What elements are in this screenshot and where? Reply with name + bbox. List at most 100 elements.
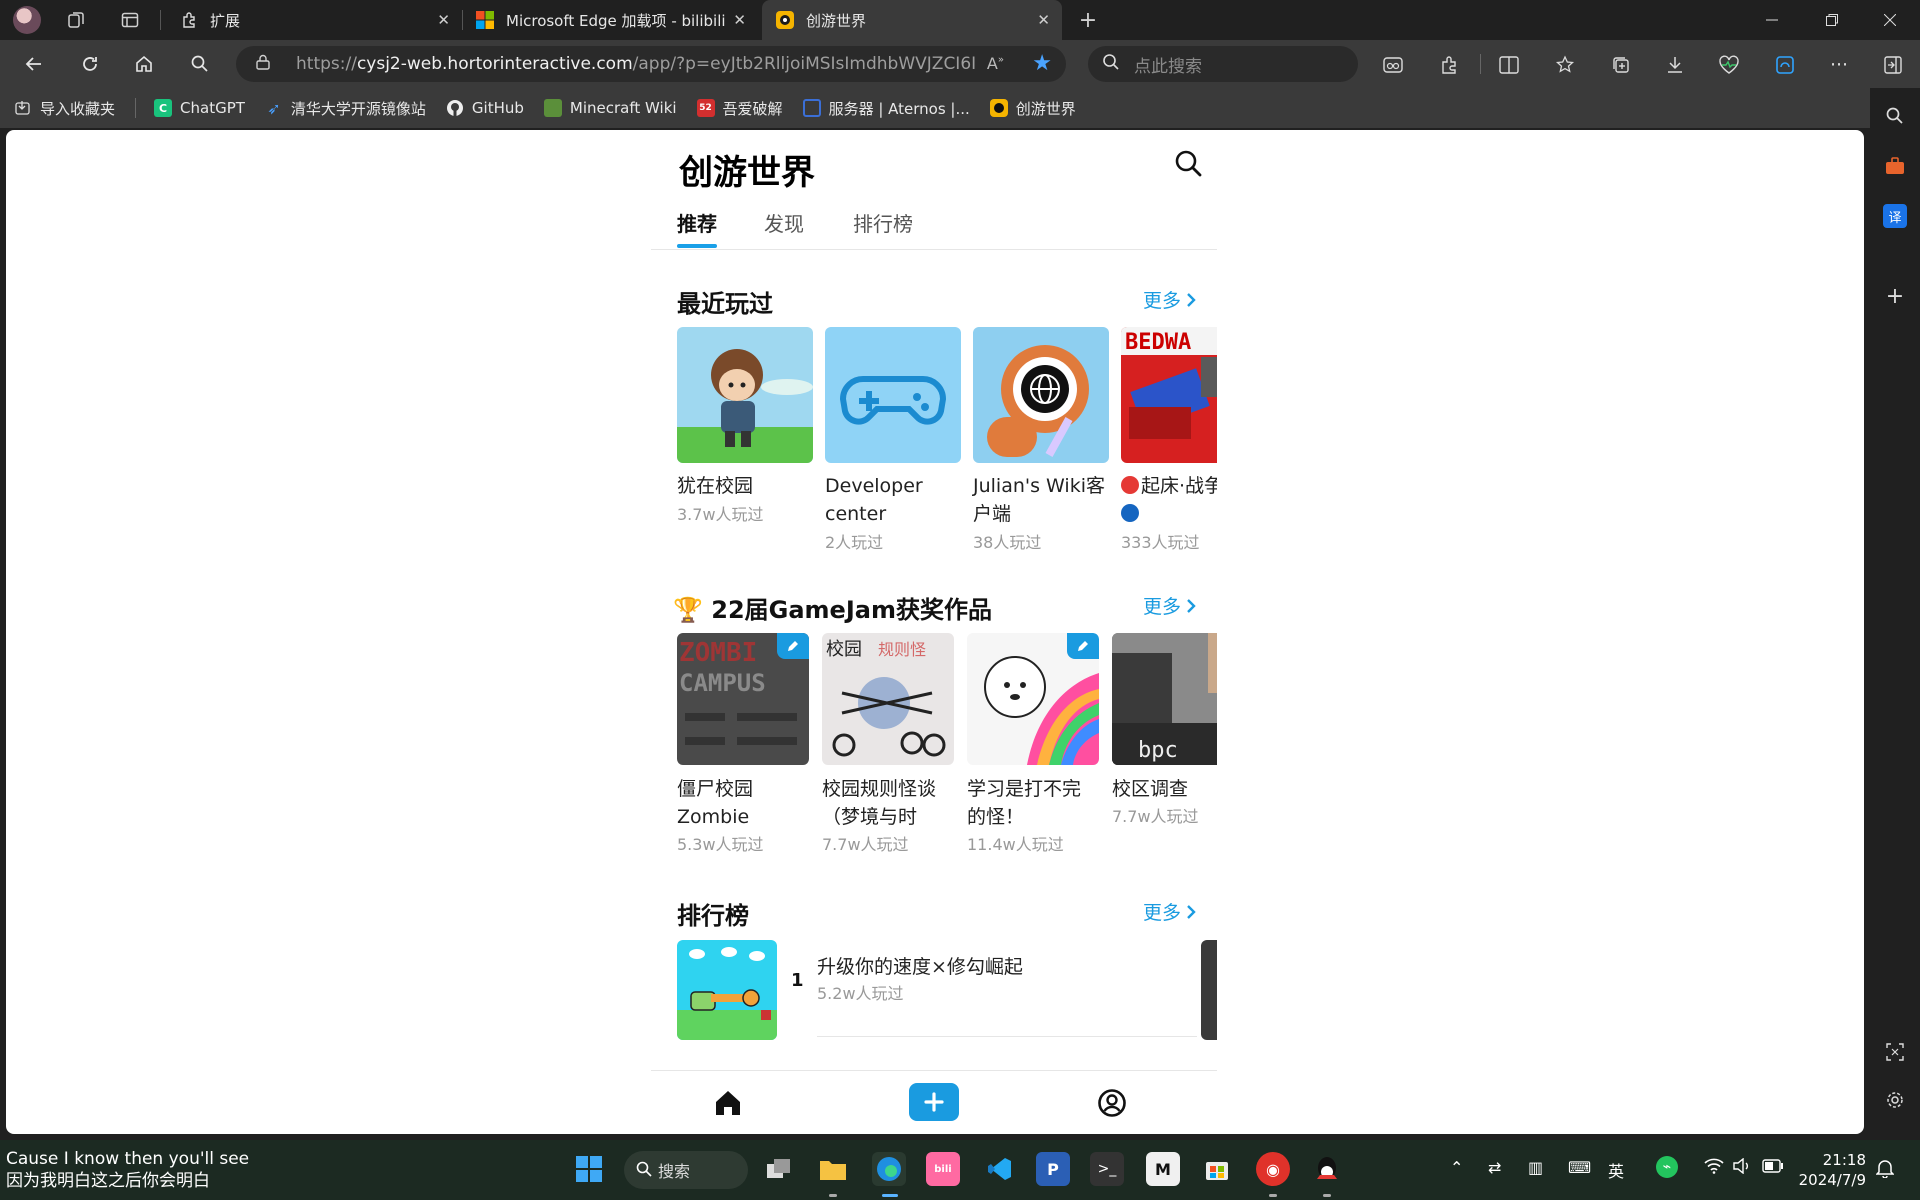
edge-browser-icon[interactable] (872, 1152, 906, 1186)
more-link-ranking[interactable]: 更多 (1143, 898, 1197, 925)
tab-recommend[interactable]: 推荐 (677, 208, 717, 237)
new-tab-icon[interactable]: + (1076, 8, 1100, 33)
game-card[interactable]: 犹在校园 3.7w人玩过 (677, 327, 813, 527)
game-card[interactable]: bpc 校区调查 7.7w人玩过 (1112, 633, 1217, 833)
game-card[interactable]: 校园 规则怪 校园规则怪谈（梦境与时 7.7w人玩过 (822, 633, 954, 854)
taskbar-search[interactable]: 搜索 (624, 1151, 748, 1189)
edge-sidebar-app-icon[interactable] (1772, 52, 1798, 78)
favorite-star-icon[interactable]: ★ (1032, 51, 1052, 76)
browser-toolbar: https://cysj2-web.hortorinteractive.com/… (0, 40, 1920, 88)
task-view-icon[interactable] (762, 1152, 796, 1186)
workspaces-icon[interactable] (64, 8, 88, 32)
tab-edge-addons[interactable]: Microsoft Edge 加载项 - bilibili ✕ (462, 0, 758, 40)
pencil-badge-icon (777, 633, 809, 659)
vertical-tabs-icon[interactable] (118, 8, 142, 32)
lock-icon[interactable] (256, 54, 276, 74)
game-name: 起床·战争 (1121, 472, 1217, 528)
refresh-icon[interactable] (78, 52, 102, 76)
tab-extensions[interactable]: 扩展 ✕ (166, 0, 462, 40)
profile-avatar[interactable] (13, 6, 41, 34)
performance-icon[interactable] (1716, 52, 1742, 78)
notes-app-icon[interactable]: M (1146, 1152, 1180, 1186)
collections-icon[interactable] (1608, 52, 1634, 78)
battery-icon[interactable] (1762, 1158, 1784, 1177)
close-tab-icon[interactable]: ✕ (733, 11, 746, 29)
translate-icon[interactable]: 译 (1883, 204, 1907, 228)
chevron-up-icon[interactable]: ⌃ (1450, 1158, 1463, 1177)
windows-start-icon[interactable] (572, 1152, 606, 1186)
web-search-box[interactable]: 点此搜索 (1088, 46, 1358, 82)
trophy-icon: 🏆 (673, 596, 703, 624)
tools-icon[interactable] (1883, 154, 1907, 178)
game-card[interactable]: Developer center 2人玩过 (825, 327, 961, 557)
url-text[interactable]: https://cysj2-web.hortorinteractive.com/… (296, 54, 976, 74)
play-count: 3.7w人玩过 (677, 505, 764, 524)
cysj-favicon-icon (776, 11, 794, 29)
fav-cysj[interactable]: 创游世界 (989, 98, 1076, 119)
search-icon[interactable] (188, 52, 212, 76)
keyboard-icon[interactable]: ⌨ (1568, 1158, 1591, 1177)
vscode-icon[interactable] (982, 1152, 1016, 1186)
fav-github[interactable]: GitHub (446, 99, 524, 117)
immersive-reader-icon[interactable] (1380, 52, 1406, 78)
close-tab-icon[interactable]: ✕ (1037, 11, 1050, 29)
home-icon[interactable] (706, 1081, 750, 1125)
tray-stats-icon[interactable]: ▥ (1528, 1158, 1543, 1177)
fav-tuna[interactable]: ➶ 清华大学开源镜像站 (265, 98, 426, 119)
address-bar[interactable]: https://cysj2-web.hortorinteractive.com/… (236, 46, 1066, 82)
add-sidebar-app-icon[interactable]: + (1883, 284, 1907, 309)
game-name: Developer center (825, 475, 923, 525)
more-menu-icon[interactable]: ··· (1826, 52, 1852, 78)
next-game-thumbnail (1201, 940, 1217, 1040)
minimize-button[interactable] (1744, 0, 1800, 40)
favorites-icon[interactable] (1552, 52, 1578, 78)
fav-chatgpt[interactable]: C ChatGPT (154, 99, 245, 117)
notification-bell-icon[interactable] (1875, 1158, 1895, 1182)
close-tab-icon[interactable]: ✕ (437, 11, 450, 29)
back-icon[interactable] (22, 52, 46, 76)
game-card[interactable]: ZOMBI CAMPUS 僵尸校园Zombie 5.3w人玩过 (677, 633, 809, 854)
volume-icon[interactable] (1732, 1157, 1752, 1178)
ranking-row[interactable]: 1 升级你的速度×修勾崛起 5.2w人玩过 (677, 940, 1217, 1040)
fav-import[interactable]: 导入收藏夹 (14, 98, 115, 119)
more-link-gamejam[interactable]: 更多 (1143, 592, 1197, 619)
bilibili-icon[interactable]: bili (926, 1152, 960, 1186)
wifi-icon[interactable] (1704, 1158, 1724, 1178)
section-title-gamejam: 🏆 22届GameJam获奖作品 (673, 596, 992, 624)
split-screen-icon[interactable] (1496, 52, 1522, 78)
wechat-icon[interactable]: ⌁ (1656, 1156, 1678, 1178)
search-icon[interactable] (1883, 104, 1907, 128)
game-thumbnail: BEDWA (1121, 327, 1217, 463)
fav-aternos[interactable]: 服务器 | Aternos |... (802, 98, 970, 119)
tab-cysj[interactable]: 创游世界 ✕ (762, 0, 1062, 40)
profile-icon[interactable] (1090, 1081, 1134, 1125)
game-card[interactable]: BEDWA 起床·战争 333人玩过 (1121, 327, 1217, 557)
close-window-button[interactable] (1862, 0, 1918, 40)
tab-ranking[interactable]: 排行榜 (853, 208, 913, 237)
read-aloud-icon[interactable]: A» (987, 54, 1004, 73)
settings-gear-icon[interactable] (1883, 1088, 1907, 1112)
fav-52pojie[interactable]: 52 吾爱破解 (696, 98, 783, 119)
create-add-button[interactable] (909, 1083, 959, 1121)
pycharm-like-icon[interactable]: P (1036, 1152, 1070, 1186)
qq-icon[interactable] (1310, 1152, 1344, 1186)
home-icon[interactable] (132, 52, 156, 76)
restore-button[interactable] (1804, 0, 1860, 40)
tray-app-icon[interactable]: ⇄ (1488, 1158, 1501, 1177)
ime-indicator[interactable]: 英 (1608, 1158, 1624, 1182)
more-link-recent[interactable]: 更多 (1143, 286, 1197, 313)
microsoft-store-icon[interactable] (1200, 1152, 1234, 1186)
system-clock[interactable]: 21:18 2024/7/9 (1799, 1150, 1866, 1190)
netease-music-icon[interactable]: ◉ (1256, 1152, 1290, 1186)
search-icon[interactable] (1173, 148, 1203, 178)
game-card[interactable]: 学习是打不完的怪！ 11.4w人玩过 (967, 633, 1099, 854)
terminal-icon[interactable]: >_ (1090, 1152, 1124, 1186)
screenshot-icon[interactable] (1883, 1040, 1907, 1064)
downloads-icon[interactable] (1662, 52, 1688, 78)
extensions-icon[interactable] (1436, 52, 1462, 78)
game-card[interactable]: Julian's Wiki客户端 38人玩过 (973, 327, 1109, 557)
tab-discover[interactable]: 发现 (764, 208, 804, 237)
fav-minecraft-wiki[interactable]: Minecraft Wiki (543, 99, 677, 117)
file-explorer-icon[interactable] (816, 1152, 850, 1186)
hide-sidebar-icon[interactable] (1880, 52, 1906, 78)
